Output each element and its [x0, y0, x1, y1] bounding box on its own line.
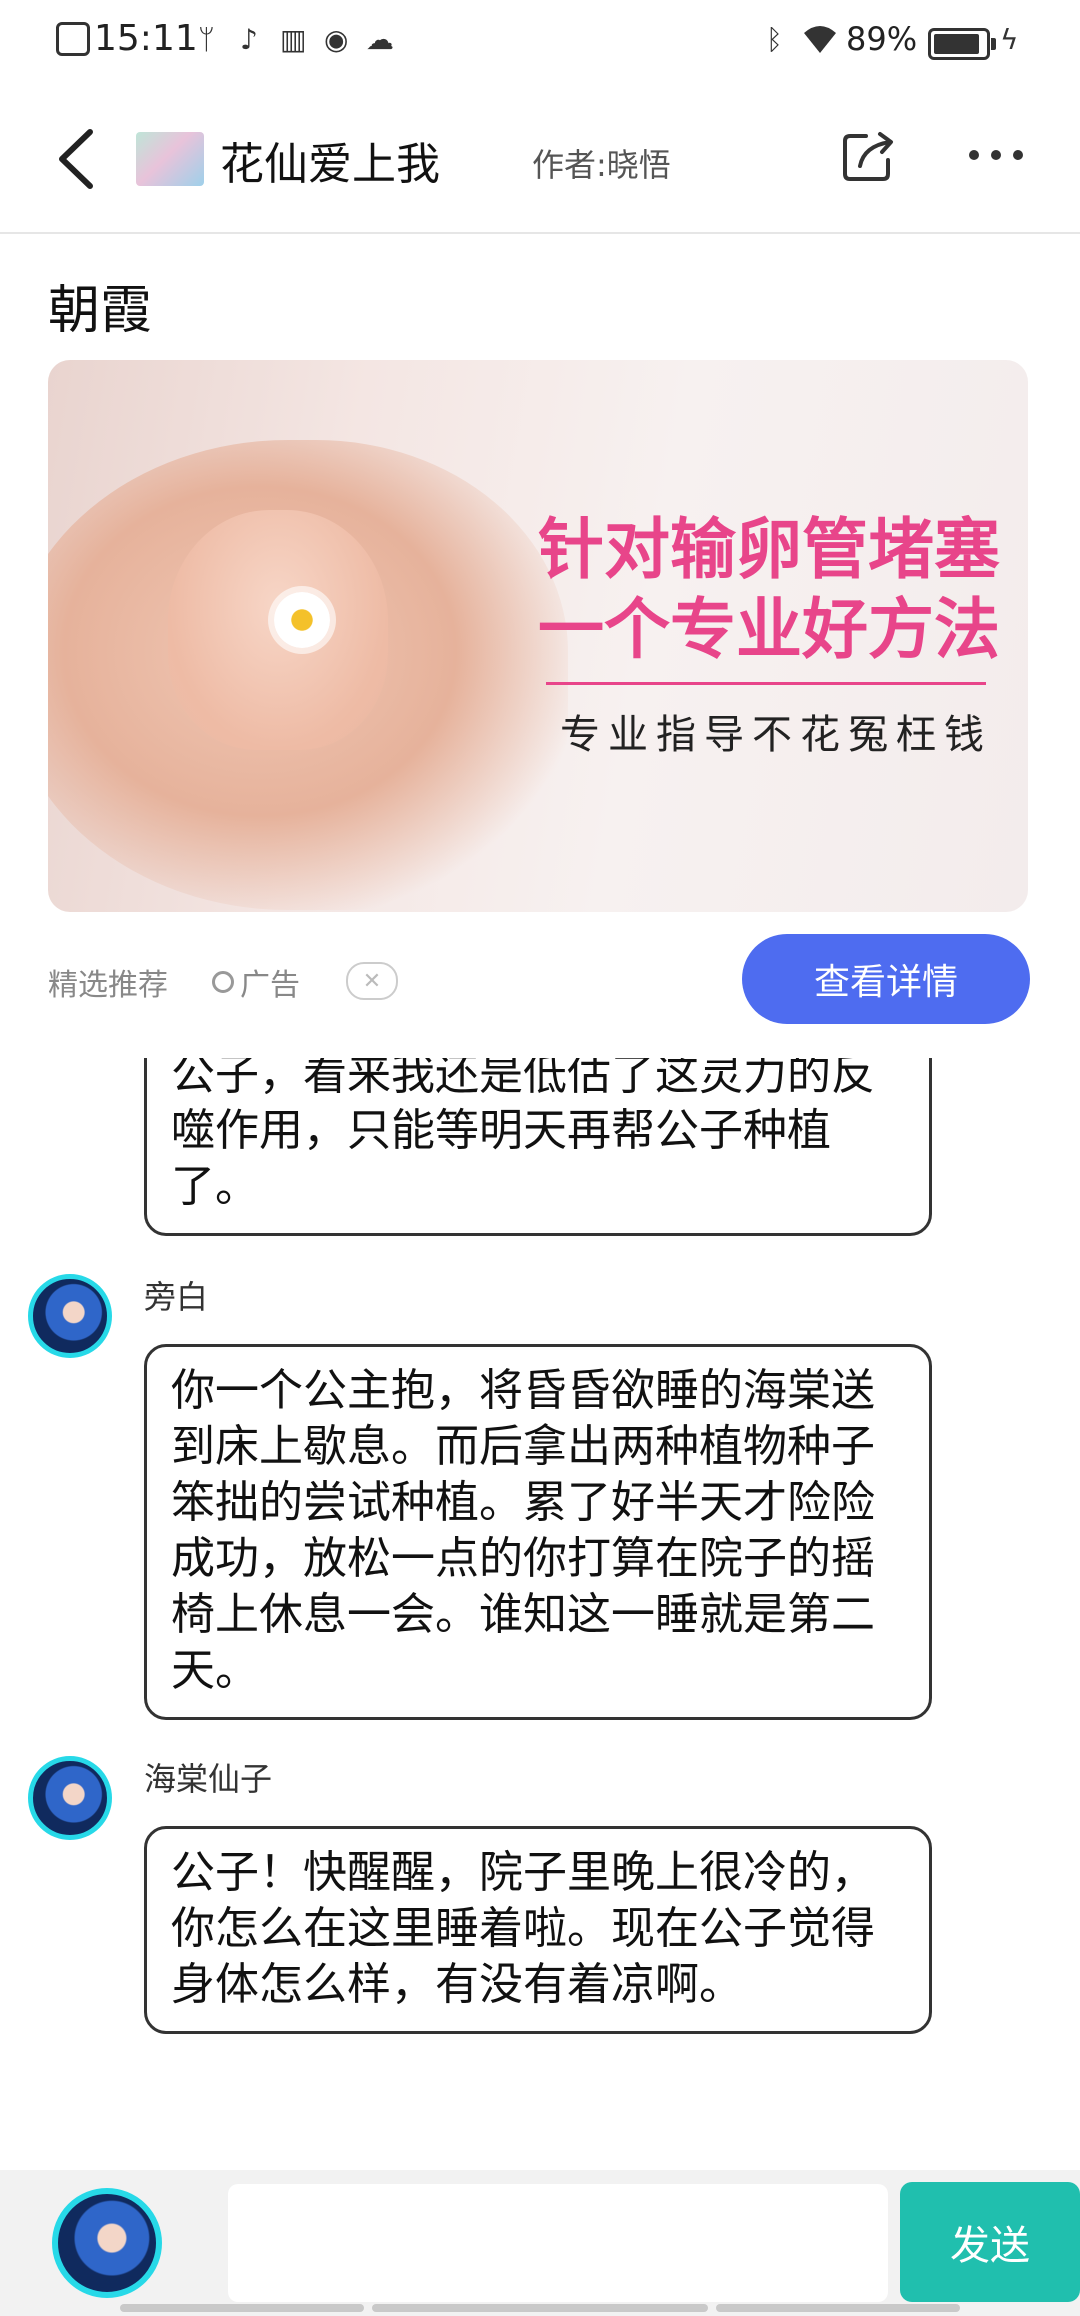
wifi-icon	[800, 22, 840, 56]
share-icon	[843, 132, 893, 181]
ad-icon	[212, 971, 234, 993]
title-bar: 花仙爱上我 作者:晓悟	[0, 84, 1080, 234]
bluetooth-icon: ᛒ	[766, 22, 783, 56]
ad-headline-line1: 针对输卵管堵塞	[538, 511, 1000, 588]
ad-headline: 针对输卵管堵塞 一个专业好方法	[538, 510, 1000, 670]
gesture-bar-center	[372, 2304, 708, 2312]
more-icon	[969, 150, 1023, 160]
ad-close-button[interactable]: ✕	[346, 962, 398, 1000]
send-button[interactable]: 发送	[900, 2182, 1080, 2302]
chapter-title: 朝霞	[48, 281, 153, 341]
battery-percent: 89%	[846, 20, 918, 58]
status-bar: 15:11 ᛘ ♪ ▥ ◉ ☁ ᛒ 89% ϟ	[0, 0, 1080, 84]
chat-area[interactable]: 公子，看来我还是低估了这灵力的反噬作用，只能等明天再帮公子种植了。 旁白 你一个…	[0, 1058, 1080, 2170]
usb-icon: ᛘ	[198, 22, 215, 56]
gesture-bar-right	[716, 2304, 960, 2312]
speaker-name: 海棠仙子	[144, 1760, 273, 1798]
ad-footer: 精选推荐 广告 ✕ 查看详情	[0, 930, 1080, 1030]
notification-icon	[56, 22, 90, 56]
message-bubble: 公子，看来我还是低估了这灵力的反噬作用，只能等明天再帮公子种植了。	[144, 1058, 932, 1236]
book-title: 花仙爱上我	[220, 139, 440, 190]
view-details-button[interactable]: 查看详情	[742, 934, 1030, 1024]
book-cover-thumbnail	[136, 132, 204, 186]
ad-label: 广告	[240, 968, 300, 1003]
ad-divider	[546, 682, 986, 685]
ad-headline-line2: 一个专业好方法	[538, 591, 1000, 668]
back-button[interactable]	[50, 124, 110, 194]
composer-bar: 发送	[0, 2170, 1080, 2316]
character-avatar[interactable]	[52, 2188, 162, 2298]
ad-banner[interactable]: 针对输卵管堵塞 一个专业好方法 专业指导不花冤枉钱	[48, 360, 1028, 912]
battery-icon	[928, 28, 996, 60]
author-label: 作者:晓悟	[532, 146, 671, 184]
close-icon: ✕	[362, 968, 382, 994]
speaker-name: 旁白	[144, 1278, 209, 1316]
message-bubble: 你一个公主抱，将昏昏欲睡的海棠送到床上歇息。而后拿出两种植物种子笨拙的尝试种植。…	[144, 1344, 932, 1720]
message-bubble: 公子！快醒醒，院子里晚上很冷的，你怎么在这里睡着啦。现在公子觉得身体怎么样，有没…	[144, 1826, 932, 2034]
speaker-avatar[interactable]	[28, 1274, 112, 1358]
message-input[interactable]	[228, 2184, 888, 2302]
charging-icon: ϟ	[1000, 22, 1019, 56]
daisy-icon	[274, 592, 330, 648]
app-icon: ◉	[324, 22, 349, 56]
tiktok-icon: ♪	[240, 22, 258, 56]
ad-marker: 广告	[212, 960, 300, 1004]
speaker-avatar[interactable]	[28, 1756, 112, 1840]
status-time: 15:11	[94, 18, 198, 59]
gesture-bar-left	[120, 2304, 364, 2312]
battery-fill	[934, 34, 979, 54]
share-button[interactable]	[840, 128, 896, 184]
back-icon	[59, 129, 93, 189]
reader-icon: ▥	[280, 22, 307, 56]
recommend-label: 精选推荐	[48, 968, 168, 1003]
cloud-icon: ☁	[366, 22, 394, 56]
more-button[interactable]	[966, 140, 1026, 170]
ad-subline: 专业指导不花冤枉钱	[560, 712, 992, 758]
